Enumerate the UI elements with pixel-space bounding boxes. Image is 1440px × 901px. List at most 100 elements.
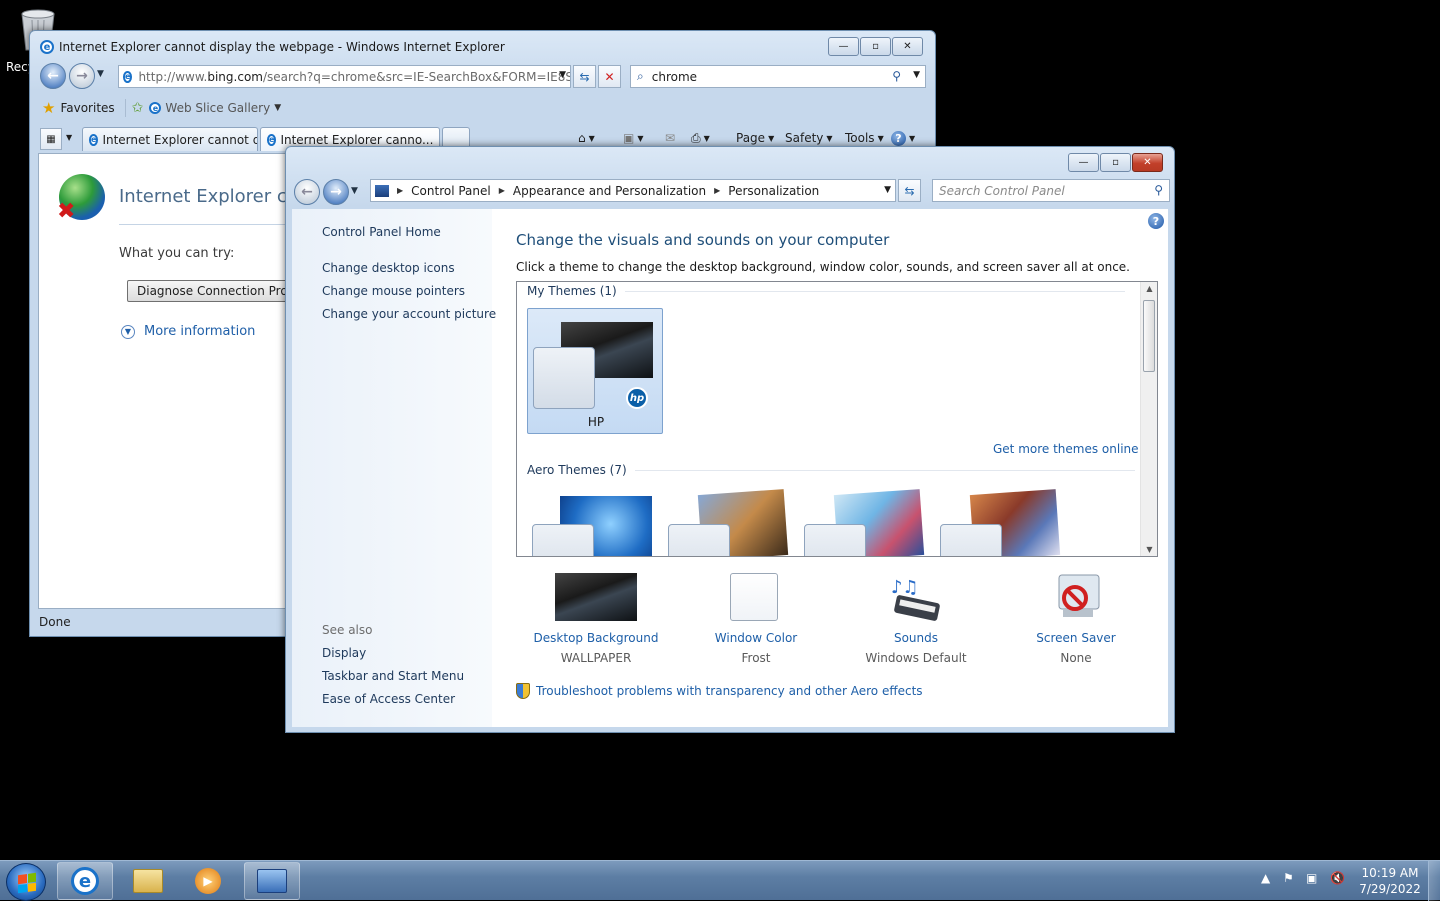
favorites-label: Favorites (60, 101, 115, 115)
feeds-button[interactable]: ▣ ▼ (623, 131, 644, 145)
help-menu[interactable]: ? ▼ (891, 131, 915, 146)
quick-tabs-icon: ▦ (46, 133, 56, 145)
my-themes-group: My Themes (1) (527, 284, 1125, 298)
stop-button[interactable]: ✕ (598, 65, 621, 88)
tools-menu[interactable]: Tools ▼ (845, 131, 884, 145)
clock[interactable]: 10:19 AM 7/29/2022 (1350, 865, 1430, 897)
page-subtitle: Click a theme to change the desktop back… (516, 260, 1130, 274)
get-more-themes-link[interactable]: Get more themes online (993, 442, 1139, 456)
desktop-background-option[interactable]: Desktop Background WALLPAPER (521, 573, 671, 665)
aero-theme-windows-7[interactable] (532, 496, 652, 556)
ie-minimize-button[interactable]: — (828, 37, 859, 56)
page-menu[interactable]: Page ▼ (736, 131, 774, 145)
address-bar[interactable]: e http://www. bing.com/search?q=chrome&sr… (118, 65, 571, 88)
recent-pages-icon[interactable]: ▼ (351, 186, 358, 196)
control-panel-home-link[interactable]: Control Panel Home (322, 225, 441, 239)
refresh-button[interactable]: ⇆ (573, 65, 596, 88)
page-title: Change the visuals and sounds on your co… (516, 231, 890, 249)
search-options-icon[interactable]: ▼ (913, 70, 920, 80)
web-slice-gallery-link[interactable]: e Web Slice Gallery ▼ (149, 101, 281, 115)
search-placeholder: Search Control Panel (939, 183, 1065, 198)
address-dropdown-icon[interactable]: ▼ (884, 185, 891, 195)
change-account-picture-link[interactable]: Change your account picture (322, 307, 496, 321)
themes-scrollbar[interactable]: ▲ ▼ (1140, 282, 1157, 556)
globe-error-icon: ✖ (57, 174, 105, 224)
search-icon[interactable]: ⚲ (1154, 183, 1163, 197)
scroll-up-icon[interactable]: ▲ (1141, 284, 1157, 293)
cp-maximize-button[interactable]: ▫ (1100, 153, 1131, 172)
tab-label: Internet Explorer cannot di... (102, 132, 258, 147)
sounds-option[interactable]: ♪♫ Sounds Windows Default (841, 573, 991, 665)
aero-theme-characters[interactable] (804, 489, 925, 556)
stop-icon: ✕ (604, 69, 615, 84)
show-desktop-button[interactable] (1428, 861, 1440, 901)
read-mail-button[interactable]: ✉ (665, 131, 675, 145)
breadcrumb[interactable]: ▶ Control Panel ▶ Appearance and Persona… (370, 179, 896, 202)
back-button[interactable]: ← (40, 63, 66, 89)
cp-refresh-button[interactable]: ⇆ (898, 179, 921, 202)
screen-saver-option[interactable]: Screen Saver None (1001, 573, 1151, 665)
taskbar: e ▶ ▲ ⚑ ▣ 🔇 10:19 AM 7/29/2022 (0, 860, 1440, 901)
theme-window-preview (940, 524, 1002, 556)
display-link[interactable]: Display (322, 646, 366, 660)
cp-forward-button[interactable]: → (323, 179, 349, 205)
refresh-icon: ⇆ (579, 69, 590, 84)
tools-menu-label: Tools (845, 131, 875, 145)
forward-button[interactable]: → (69, 63, 95, 89)
taskbar-explorer-button[interactable] (120, 862, 176, 900)
favorites-button[interactable]: ★ Favorites (38, 99, 119, 117)
control-panel-window[interactable]: — ▫ ✕ ← → ▼ ▶ Control Panel ▶ Appearance… (285, 146, 1175, 733)
taskbar-ie-button[interactable]: e (57, 862, 113, 900)
safety-menu[interactable]: Safety ▼ (785, 131, 833, 145)
show-hidden-icons-icon[interactable]: ▲ (1261, 871, 1270, 885)
quick-tabs-button[interactable]: ▦ (40, 128, 62, 150)
aero-theme-architecture[interactable] (668, 489, 789, 556)
breadcrumb-personalization[interactable]: Personalization (728, 184, 819, 198)
tab-list-dropdown-icon[interactable]: ▼ (66, 133, 72, 142)
wallpaper-thumbnail-icon (555, 573, 637, 623)
troubleshoot-aero-link[interactable]: Troubleshoot problems with transparency … (516, 683, 923, 699)
change-desktop-icons-link[interactable]: Change desktop icons (322, 261, 455, 275)
cp-back-button[interactable]: ← (294, 179, 320, 205)
scroll-down-icon[interactable]: ▼ (1141, 545, 1157, 554)
tab-1[interactable]: e Internet Explorer cannot di... (82, 127, 258, 151)
taskbar-start-menu-link[interactable]: Taskbar and Start Menu (322, 669, 464, 683)
network-icon[interactable]: ▣ (1306, 871, 1317, 885)
home-button[interactable]: ⌂ ▼ (578, 131, 595, 145)
window-color-option[interactable]: Window Color Frost (681, 573, 831, 665)
cp-search-input[interactable]: Search Control Panel ⚲ (932, 179, 1170, 202)
theme-hp[interactable]: hp HP (527, 308, 663, 434)
screen-saver-icon (1035, 573, 1117, 623)
address-dropdown-icon[interactable]: ▼ (559, 70, 566, 80)
ie-titlebar: e Internet Explorer cannot display the w… (40, 40, 505, 54)
search-icon[interactable]: ⚲ (892, 69, 901, 83)
flag-icon[interactable]: ⚑ (1283, 871, 1294, 885)
breadcrumb-control-panel[interactable]: Control Panel (411, 184, 491, 198)
tab-ie-icon: e (267, 133, 277, 146)
cp-minimize-button[interactable]: — (1068, 153, 1099, 172)
search-box[interactable]: ⌕ chrome ⚲ ▼ (630, 65, 926, 88)
themes-list[interactable]: My Themes (1) hp HP Get more themes onli… (516, 281, 1158, 557)
breadcrumb-appearance[interactable]: Appearance and Personalization (513, 184, 706, 198)
ie-maximize-button[interactable]: ▫ (860, 37, 891, 56)
ie-close-button[interactable]: ✕ (892, 37, 923, 56)
taskbar-control-panel-button[interactable] (244, 862, 300, 900)
print-button[interactable]: ⎙ ▼ (691, 131, 710, 146)
cp-close-button[interactable]: ✕ (1132, 153, 1163, 172)
speaker-muted-icon[interactable]: 🔇 (1330, 871, 1345, 885)
ease-of-access-link[interactable]: Ease of Access Center (322, 692, 455, 706)
scrollbar-thumb[interactable] (1143, 300, 1155, 372)
change-mouse-pointers-link[interactable]: Change mouse pointers (322, 284, 465, 298)
help-icon[interactable]: ? (1148, 213, 1164, 229)
page-menu-label: Page (736, 131, 766, 145)
start-button[interactable] (6, 863, 46, 901)
history-dropdown-icon[interactable]: ▼ (97, 69, 104, 79)
add-favorites-icon[interactable]: ✩ (132, 100, 144, 116)
aero-theme-landscapes[interactable] (940, 489, 1061, 556)
more-information-link[interactable]: ▼ More information (121, 324, 255, 339)
search-provider-icon: ⌕ (637, 69, 644, 83)
separator (124, 99, 126, 117)
cp-window-controls: — ▫ ✕ (1068, 153, 1163, 172)
taskbar-media-player-button[interactable]: ▶ (180, 862, 236, 900)
diagnose-connection-button[interactable]: Diagnose Connection Pro (127, 280, 295, 302)
